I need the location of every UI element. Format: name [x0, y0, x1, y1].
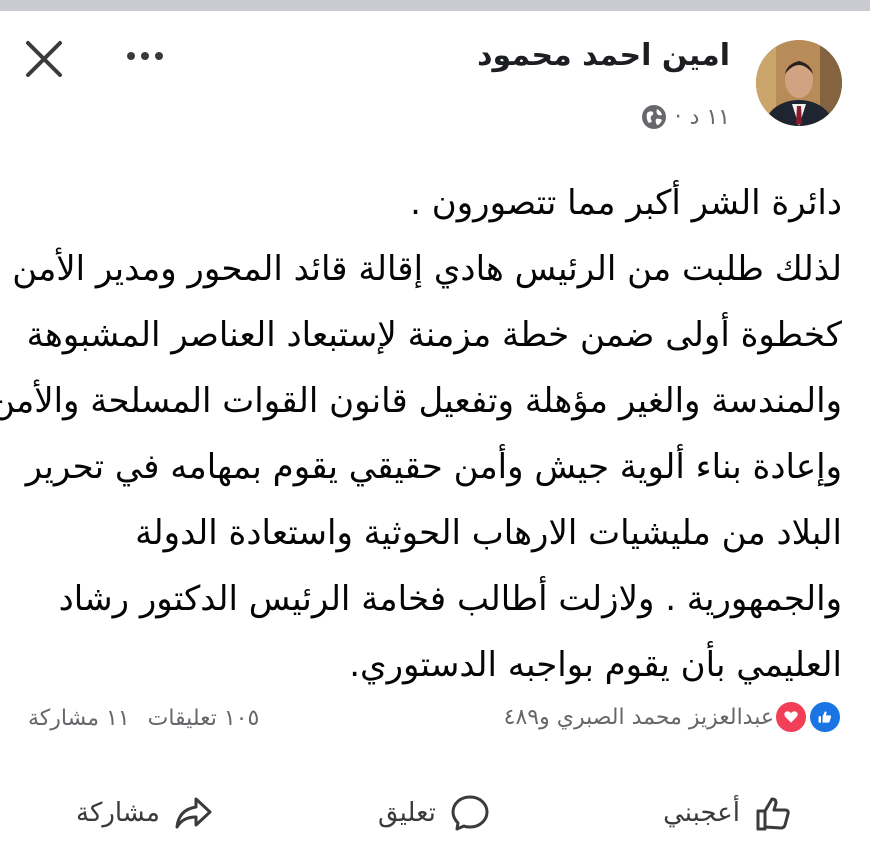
- like-button[interactable]: أعجبني: [663, 780, 796, 846]
- profile-photo: [756, 40, 842, 126]
- love-reaction-icon: [774, 700, 808, 734]
- post-text-line: كخطوة أولى ضمن خطة مزمنة لإستبعاد العناص…: [26, 315, 842, 355]
- post-text-line: والجمهورية . ولازلت أطالب فخامة الرئيس ا…: [58, 579, 842, 619]
- post-text-line: وإعادة بناء ألوية جيش وأمن حقيقي يقوم بم…: [25, 447, 842, 487]
- shares-count[interactable]: ١١ مشاركة: [28, 706, 130, 731]
- post-text: دائرة الشر أكبر مما تتصورون . لذلك طلبت …: [0, 170, 842, 698]
- close-icon: [26, 41, 62, 77]
- post-text-line: دائرة الشر أكبر مما تتصورون .: [410, 183, 842, 223]
- share-button[interactable]: مشاركة: [76, 780, 216, 846]
- avatar[interactable]: [756, 40, 842, 126]
- like-reaction-icon: [808, 700, 842, 734]
- globe-icon: [641, 105, 666, 129]
- post-text-line: العليمي بأن يقوم بواجبه الدستوري.: [349, 645, 842, 685]
- comments-count[interactable]: ١٠٥ تعليقات: [148, 706, 260, 731]
- like-label: أعجبني: [663, 798, 740, 828]
- more-icon-dot: [127, 52, 135, 60]
- meta-separator: ·: [674, 104, 682, 130]
- post-meta: ١١ د ·: [641, 104, 730, 130]
- more-icon-dot: [141, 52, 149, 60]
- share-icon: [175, 797, 212, 829]
- comment-icon: [451, 795, 489, 831]
- reactors-text: عبدالعزيز محمد الصبري و٤٨٩: [503, 704, 774, 730]
- author-name[interactable]: امين احمد محمود: [477, 38, 730, 73]
- reaction-icons: [774, 700, 842, 734]
- post-text-line: البلاد من مليشيات الارهاب الحوثية واستعا…: [135, 513, 842, 553]
- thumbs-up-icon: [756, 797, 790, 831]
- reactions-summary[interactable]: عبدالعزيز محمد الصبري و٤٨٩: [504, 700, 842, 734]
- post-text-line: لذلك طلبت من الرئيس هادي إقالة قائد المح…: [12, 249, 842, 289]
- more-options-button[interactable]: [120, 44, 170, 68]
- comment-button[interactable]: تعليق: [378, 780, 492, 846]
- comment-label: تعليق: [378, 798, 436, 828]
- more-icon-dot: [155, 52, 163, 60]
- close-button[interactable]: [22, 37, 66, 81]
- top-bar: [0, 0, 870, 11]
- post-time[interactable]: ١١ د: [690, 105, 730, 130]
- engagement-counts: ١٠٥ تعليقات ١١ مشاركة: [28, 706, 259, 731]
- share-label: مشاركة: [76, 798, 160, 828]
- action-bar: أعجبني تعليق مشاركة: [0, 780, 870, 850]
- post-text-line: والمندسة والغير مؤهلة وتفعيل قانون القوا…: [0, 381, 842, 421]
